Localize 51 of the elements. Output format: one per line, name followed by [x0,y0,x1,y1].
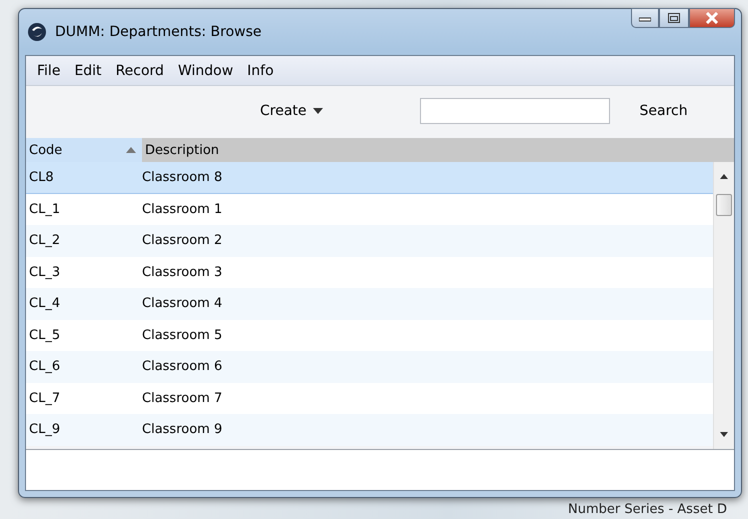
table-cell-text: CL_7 [28,390,62,406]
scrollbar[interactable] [713,162,734,449]
table-cell-text: CL_9 [28,422,62,438]
menu-item[interactable]: Info [242,60,279,80]
create-button[interactable]: Create [258,100,325,120]
scroll-down-icon[interactable] [720,432,728,437]
app-logo-icon [27,22,47,42]
close-icon [705,12,719,24]
table-cell-text: CL_4 [28,296,62,312]
table-row[interactable]: CL8 Classroom 8 [26,162,713,194]
table-cell: Classroom 3 [142,264,222,280]
minimize-button[interactable] [631,8,659,28]
sort-ascending-icon [126,147,136,153]
column-header[interactable]: Code [26,138,142,162]
table-row[interactable]: CL_9 Classroom 9 [26,414,713,446]
column-header[interactable]: Description [142,138,734,162]
table-cell: Classroom 5 [142,328,222,343]
menu-item[interactable]: Edit [69,60,107,80]
table-cell: Classroom 8 [142,170,222,185]
scroll-up-icon[interactable] [720,174,728,179]
table-cell-text: CL_6 [28,359,62,374]
table-row[interactable]: CL_5 Classroom 5 [26,320,713,351]
table-row[interactable]: CL_7 Classroom 7 [26,382,713,414]
close-button[interactable] [689,8,735,28]
maximize-button[interactable] [659,8,689,28]
table-row[interactable]: CL_4 Classroom 4 [26,288,713,320]
table-cell: Classroom 9 [142,422,222,438]
table-row[interactable]: CL_2 Classroom 2 [26,225,713,256]
table-row[interactable]: CL_6 Classroom 6 [26,351,713,382]
window-title: DUMM: Departments: Browse [55,24,263,40]
menu-item[interactable]: Window [172,60,238,80]
table-cell-text: CL_5 [28,328,62,343]
maximize-icon [668,13,680,23]
table-cell-text: CL_2 [28,233,62,248]
table-cell: Classroom 7 [142,390,222,406]
table-cell-text: CL_1 [28,202,62,217]
menu-item[interactable]: File [32,60,66,80]
table-row[interactable]: CL_1 Classroom 1 [26,194,713,225]
search-button[interactable]: Search [638,100,690,120]
table-cell: Classroom 4 [142,296,222,312]
table-cell: Classroom 2 [142,233,222,248]
table-row[interactable]: CL_3 Classroom 3 [26,256,713,288]
table-cell-text: CL8 [28,170,55,185]
background-window-text: Number Series - Asset D [568,502,727,517]
menu-item[interactable]: Record [110,60,169,80]
table-cell: Classroom 6 [142,359,222,374]
table-cell-text: CL_3 [28,264,62,280]
search-field[interactable] [420,98,610,124]
scrollbar-thumb[interactable] [716,194,732,216]
caret-icon [312,108,323,114]
table-cell: Classroom 1 [142,202,222,217]
